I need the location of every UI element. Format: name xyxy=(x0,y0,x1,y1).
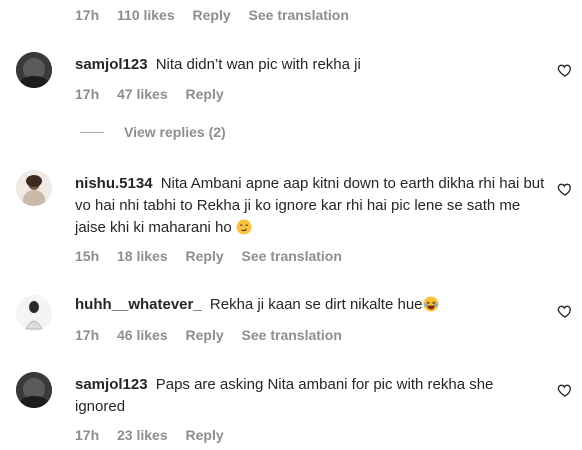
avatar-image xyxy=(16,52,52,88)
heart-outline-icon[interactable] xyxy=(557,303,573,319)
username-link[interactable]: samjol123 xyxy=(75,56,148,73)
comment-likes[interactable]: 23 likes xyxy=(117,427,168,443)
username-link[interactable]: huhh__whatever_ xyxy=(75,296,202,313)
comment-likes[interactable]: 18 likes xyxy=(117,248,168,264)
comment-meta: 15h 18 likes Reply See translation xyxy=(75,248,356,264)
avatar-image xyxy=(16,295,52,331)
reply-button[interactable]: Reply xyxy=(193,7,231,23)
comment-likes[interactable]: 110 likes xyxy=(117,7,175,23)
avatar[interactable] xyxy=(16,52,52,88)
comment-body: Nita didn’t wan pic with rekha ji xyxy=(155,56,361,73)
comment-meta-top: 17h 110 likes Reply See translation xyxy=(75,7,363,23)
comment-meta: 17h 46 likes Reply See translation xyxy=(75,327,356,343)
comment-meta: 17h 47 likes Reply xyxy=(75,86,238,102)
avatar[interactable] xyxy=(16,295,52,331)
heart-outline-icon[interactable] xyxy=(557,382,573,398)
divider-line xyxy=(80,131,104,133)
comment-time: 15h xyxy=(75,248,100,264)
reply-button[interactable]: Reply xyxy=(186,427,224,443)
avatar-image xyxy=(16,170,52,206)
see-translation-button[interactable]: See translation xyxy=(242,327,342,343)
heart-outline-icon[interactable] xyxy=(557,62,573,78)
comment-likes[interactable]: 46 likes xyxy=(117,327,168,343)
laughing-face-emoji xyxy=(423,296,439,312)
comment-text: huhh__whatever_ Rekha ji kaan se dirt ni… xyxy=(75,294,545,316)
heart-outline-icon[interactable] xyxy=(557,181,573,197)
comment-time: 17h xyxy=(75,7,100,23)
see-translation-button[interactable]: See translation xyxy=(242,248,342,264)
username-link[interactable]: nishu.5134 xyxy=(75,175,153,192)
comment-body: Rekha ji kaan se dirt nikalte hue xyxy=(209,296,423,313)
username-link[interactable]: samjol123 xyxy=(75,376,148,393)
reply-button[interactable]: Reply xyxy=(186,327,224,343)
comment-meta: 17h 23 likes Reply xyxy=(75,427,238,443)
avatar-image xyxy=(16,372,52,408)
comment-time: 17h xyxy=(75,86,100,102)
reply-button[interactable]: Reply xyxy=(186,248,224,264)
reply-button[interactable]: Reply xyxy=(186,86,224,102)
comment-text: samjol123 Nita didn’t wan pic with rekha… xyxy=(75,54,545,76)
comment-text: samjol123 Paps are asking Nita ambani fo… xyxy=(75,374,545,418)
comment-time: 17h xyxy=(75,327,100,343)
comment-time: 17h xyxy=(75,427,100,443)
smirking-face-emoji xyxy=(236,219,252,235)
view-replies-label: View replies (2) xyxy=(124,124,226,140)
avatar[interactable] xyxy=(16,372,52,408)
avatar[interactable] xyxy=(16,170,52,206)
see-translation-button[interactable]: See translation xyxy=(249,7,349,23)
view-replies-button[interactable]: View replies (2) xyxy=(80,124,226,140)
comment-text: nishu.5134 Nita Ambani apne aap kitni do… xyxy=(75,173,545,239)
comment-likes[interactable]: 47 likes xyxy=(117,86,168,102)
